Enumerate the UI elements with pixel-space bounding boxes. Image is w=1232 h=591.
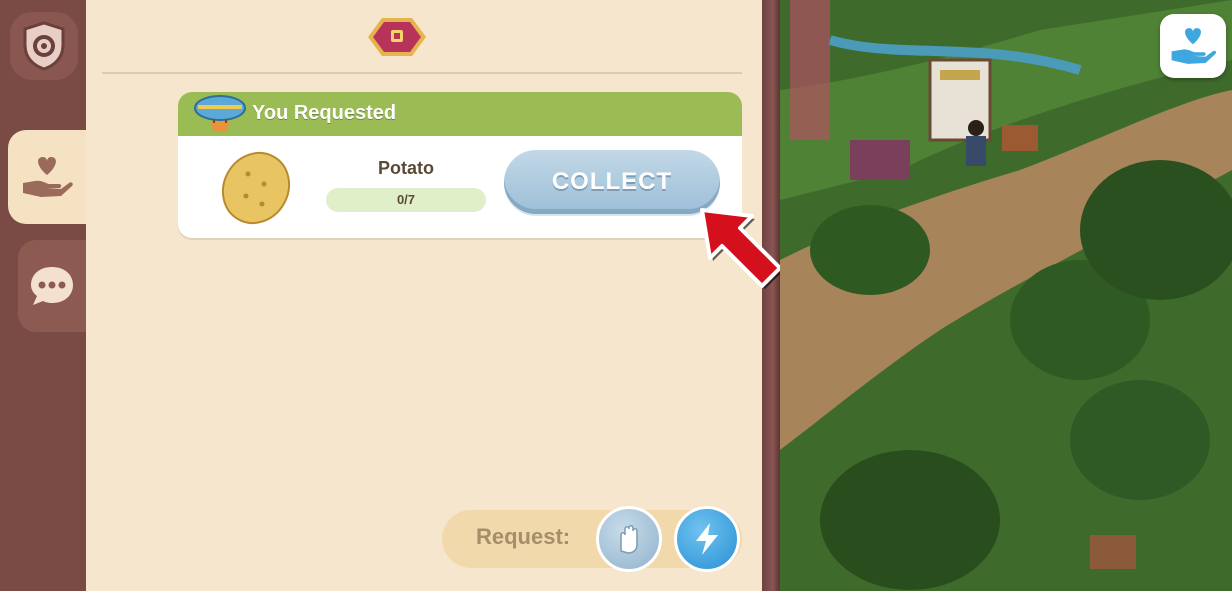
- farm-scene: [780, 0, 1232, 591]
- request-label: Request:: [476, 524, 571, 549]
- heart-hand-icon: [23, 157, 73, 197]
- energy-request-button[interactable]: [674, 506, 740, 572]
- chat-bubble-icon: [31, 267, 73, 305]
- guild-help-tab[interactable]: [8, 130, 86, 224]
- request-card-title: You Requested: [252, 102, 397, 124]
- red-arrow-icon: [700, 208, 783, 289]
- heart-hand-help-icon: [1171, 28, 1217, 64]
- hand-request-button[interactable]: [596, 506, 662, 572]
- help-button[interactable]: [1160, 14, 1226, 78]
- panel-edge: [762, 0, 780, 591]
- request-progress-text: 0/7: [396, 192, 416, 207]
- potato-icon: [221, 151, 291, 225]
- request-progress-bar: 0/7: [326, 188, 486, 212]
- lightning-icon: [696, 523, 718, 555]
- blimp-icon: [194, 95, 246, 132]
- requests-panel: [86, 0, 762, 591]
- hand-request-icon: [620, 525, 638, 554]
- settings-button[interactable]: [10, 12, 78, 80]
- guild-badge-icon: [368, 18, 426, 56]
- collect-button[interactable]: COLLECT: [504, 150, 720, 214]
- settings-shield-icon: [23, 21, 65, 71]
- request-card: You Requested Potato 0/7 COLLECT: [178, 92, 742, 238]
- panel-divider: [102, 72, 742, 74]
- chat-tab[interactable]: [18, 240, 86, 332]
- requested-item-name: Potato: [378, 158, 434, 178]
